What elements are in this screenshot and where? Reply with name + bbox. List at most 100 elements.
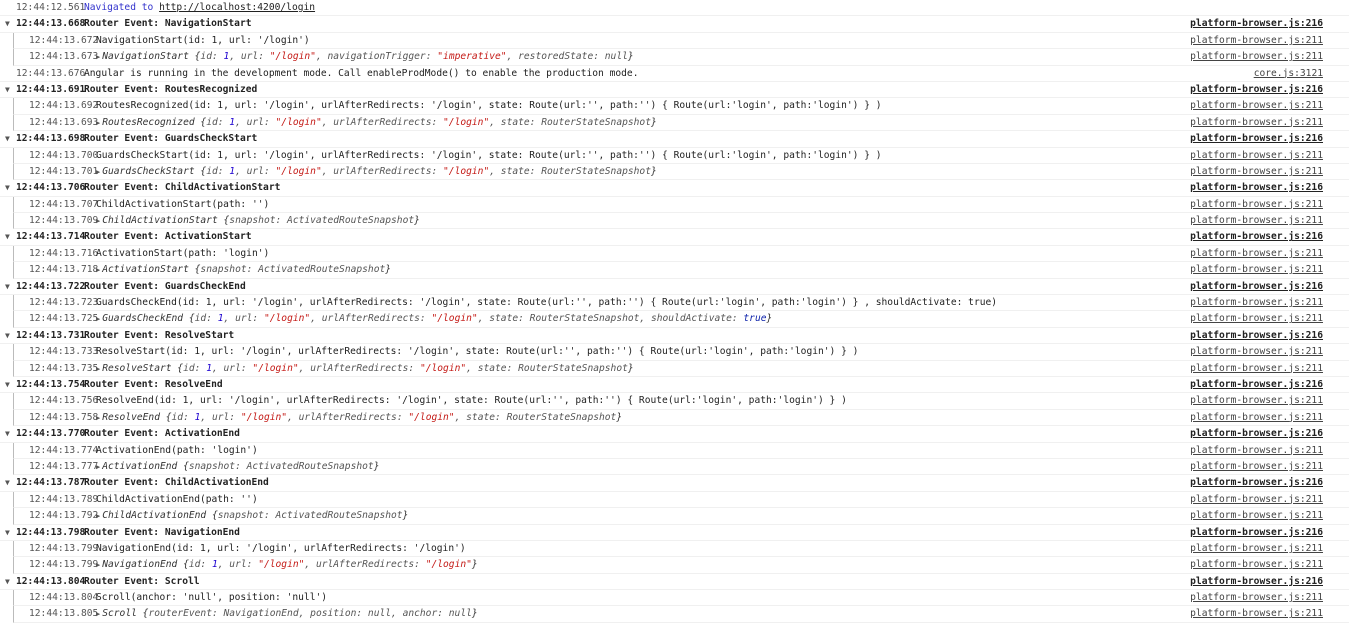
console-group-header[interactable]: ▼ 12:44:13.804 Router Event: Scroll platfor… <box>0 574 1349 591</box>
source-link[interactable]: platform-browser.js:211 <box>1190 295 1323 311</box>
timestamp: 12:44:13.756 <box>29 395 99 407</box>
source-link[interactable]: platform-browser.js:211 <box>1190 164 1323 180</box>
group-title: Router Event: Scroll <box>84 575 200 587</box>
expand-triangle-icon[interactable]: ▼ <box>5 377 10 393</box>
expand-triangle-icon[interactable]: ▼ <box>5 426 10 442</box>
expand-object-icon[interactable]: ▶ <box>96 217 100 225</box>
object-property: "imperative" <box>437 51 507 63</box>
expand-object-icon[interactable]: ▶ <box>96 512 100 520</box>
source-link[interactable]: platform-browser.js:211 <box>1190 213 1323 229</box>
source-link[interactable]: platform-browser.js:216 <box>1190 328 1323 344</box>
expand-triangle-icon[interactable]: ▼ <box>5 475 10 491</box>
source-link[interactable]: platform-browser.js:216 <box>1190 16 1323 32</box>
expand-triangle-icon[interactable]: ▼ <box>5 16 10 32</box>
console-group-header[interactable]: ▼ 12:44:13.698 Router Event: GuardsCheckSt… <box>0 131 1349 148</box>
source-link[interactable]: platform-browser.js:211 <box>1190 492 1323 508</box>
source-link[interactable]: platform-browser.js:211 <box>1190 361 1323 377</box>
source-link[interactable]: platform-browser.js:211 <box>1190 148 1323 164</box>
navigated-url-link[interactable]: http://localhost:4200/login <box>159 2 315 13</box>
object-preview[interactable]: ▶ ActivationStart {snapshot: ActivatedRou… <box>96 262 391 278</box>
console-group-header[interactable]: ▼ 12:44:13.798 Router Event: NavigationEnd… <box>0 525 1349 541</box>
object-property: id: <box>183 362 207 374</box>
expand-triangle-icon[interactable]: ▼ <box>5 328 10 344</box>
group-title: Router Event: GuardsCheckStart <box>84 133 258 145</box>
source-link[interactable]: platform-browser.js:211 <box>1190 33 1323 49</box>
console-group-header[interactable]: ▼ 12:44:13.754 Router Event: ResolveEnd pla… <box>0 377 1349 394</box>
source-link[interactable]: platform-browser.js:211 <box>1190 541 1323 557</box>
source-link[interactable]: platform-browser.js:211 <box>1190 606 1323 622</box>
object-preview[interactable]: ▶ ChildActivationEnd {snapshot: Activated… <box>96 508 408 524</box>
expand-triangle-icon[interactable]: ▼ <box>5 82 10 98</box>
source-link[interactable]: platform-browser.js:211 <box>1190 246 1323 262</box>
source-link[interactable]: platform-browser.js:216 <box>1190 180 1323 196</box>
timestamp: 12:44:13.668 <box>16 18 86 30</box>
expand-object-icon[interactable]: ▶ <box>96 315 100 323</box>
source-link[interactable]: platform-browser.js:216 <box>1190 82 1323 98</box>
expand-object-icon[interactable]: ▶ <box>96 266 100 274</box>
expand-object-icon[interactable]: ▶ <box>96 561 100 569</box>
source-link[interactable]: platform-browser.js:211 <box>1190 590 1323 606</box>
console-group-header[interactable]: ▼ 12:44:13.668 Router Event: NavigationSta… <box>0 16 1349 33</box>
source-link[interactable]: platform-browser.js:211 <box>1190 508 1323 524</box>
console-group-header[interactable]: ▼ 12:44:13.731 Router Event: ResolveStart p… <box>0 328 1349 345</box>
source-link[interactable]: platform-browser.js:211 <box>1190 459 1323 475</box>
expand-triangle-icon[interactable]: ▼ <box>5 525 10 541</box>
group-title: Router Event: NavigationEnd <box>84 526 240 538</box>
expand-object-icon[interactable]: ▶ <box>96 365 100 373</box>
object-preview[interactable]: ▶ NavigationStart {id: 1, url: "/login", … <box>96 49 634 65</box>
expand-object-icon[interactable]: ▶ <box>96 463 100 471</box>
source-link[interactable]: platform-browser.js:216 <box>1190 131 1323 147</box>
object-preview[interactable]: ▶ ChildActivationStart {snapshot: Activat… <box>96 213 420 229</box>
source-link[interactable]: platform-browser.js:211 <box>1190 49 1323 65</box>
source-link[interactable]: platform-browser.js:211 <box>1190 262 1323 278</box>
object-preview[interactable]: ▶ ResolveStart {id: 1, url: "/login", url… <box>96 361 634 377</box>
timestamp: 12:44:13.698 <box>16 133 86 145</box>
source-link[interactable]: core.js:3121 <box>1254 66 1323 82</box>
expand-object-icon[interactable]: ▶ <box>96 414 100 422</box>
object-preview[interactable]: ▶ ActivationEnd {snapshot: ActivatedRoute… <box>96 459 379 475</box>
console-group-header[interactable]: ▼ 12:44:13.706 Router Event: ChildActivati… <box>0 180 1349 197</box>
message-text: GuardsCheckEnd(id: 1, url: '/login', url… <box>96 297 998 309</box>
expand-object-icon[interactable]: ▶ <box>96 53 100 61</box>
source-link[interactable]: platform-browser.js:211 <box>1190 393 1323 409</box>
expand-triangle-icon[interactable]: ▼ <box>5 574 10 590</box>
source-link[interactable]: platform-browser.js:211 <box>1190 311 1323 327</box>
expand-triangle-icon[interactable]: ▼ <box>5 131 10 147</box>
expand-triangle-icon[interactable]: ▼ <box>5 229 10 245</box>
source-link[interactable]: platform-browser.js:216 <box>1190 377 1323 393</box>
source-link[interactable]: platform-browser.js:211 <box>1190 98 1323 114</box>
console-group-header[interactable]: ▼ 12:44:13.787 Router Event: ChildActivati… <box>0 475 1349 492</box>
source-link[interactable]: platform-browser.js:211 <box>1190 557 1323 573</box>
console-group-header[interactable]: ▼ 12:44:13.714 Router Event: ActivationSta… <box>0 229 1349 246</box>
source-link[interactable]: platform-browser.js:216 <box>1190 279 1323 295</box>
object-preview[interactable]: ▶ NavigationEnd {id: 1, url: "/login", ur… <box>96 557 478 573</box>
expand-triangle-icon[interactable]: ▼ <box>5 279 10 295</box>
console-group-header[interactable]: ▼ 12:44:13.770 Router Event: ActivationEnd… <box>0 426 1349 443</box>
source-link[interactable]: platform-browser.js:211 <box>1190 443 1323 459</box>
object-property: snapshot: ActivatedRouteSnapshot <box>200 264 386 276</box>
source-link[interactable]: platform-browser.js:216 <box>1190 229 1323 245</box>
expand-triangle-icon[interactable]: ▼ <box>5 180 10 196</box>
object-preview[interactable]: ▶ GuardsCheckEnd {id: 1, url: "/login", u… <box>96 311 772 327</box>
source-link[interactable]: platform-browser.js:216 <box>1190 475 1323 491</box>
source-link[interactable]: platform-browser.js:211 <box>1190 344 1323 360</box>
expand-object-icon[interactable]: ▶ <box>96 119 100 127</box>
object-preview[interactable]: ▶ RoutesRecognized {id: 1, url: "/login",… <box>96 115 657 131</box>
console-message: 12:44:13.756 ResolveEnd(id: 1, url: '/log… <box>13 393 1349 410</box>
source-link[interactable]: platform-browser.js:211 <box>1190 410 1323 426</box>
console-group-header[interactable]: ▼ 12:44:13.722 Router Event: GuardsCheckEn… <box>0 279 1349 296</box>
source-link[interactable]: platform-browser.js:216 <box>1190 525 1323 541</box>
object-preview[interactable]: ▶ Scroll {routerEvent: NavigationEnd, pos… <box>96 606 478 622</box>
object-preview[interactable]: ▶ GuardsCheckStart {id: 1, url: "/login",… <box>96 164 657 180</box>
object-close-brace: } <box>471 608 478 620</box>
source-link[interactable]: platform-browser.js:211 <box>1190 115 1323 131</box>
source-link[interactable]: platform-browser.js:216 <box>1190 574 1323 590</box>
expand-object-icon[interactable]: ▶ <box>96 610 100 618</box>
source-link[interactable]: platform-browser.js:211 <box>1190 197 1323 213</box>
source-link[interactable]: platform-browser.js:216 <box>1190 426 1323 442</box>
object-preview[interactable]: ▶ ResolveEnd {id: 1, url: "/login", urlAf… <box>96 410 622 426</box>
timestamp: 12:44:13.706 <box>16 182 86 194</box>
console-group-header[interactable]: ▼ 12:44:13.691 Router Event: RoutesRecogni… <box>0 82 1349 99</box>
timestamp: 12:44:13.789 <box>29 493 99 505</box>
expand-object-icon[interactable]: ▶ <box>96 168 100 176</box>
